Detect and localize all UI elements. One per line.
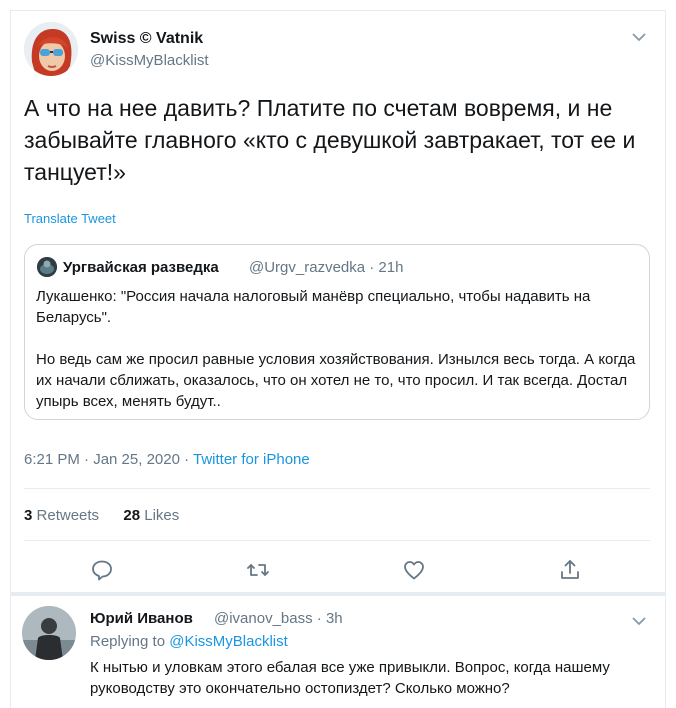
tweet-timestamp: 6:21 PM · Jan 25, 2020 · Twitter for iPh… bbox=[24, 451, 310, 468]
likes-label: Likes bbox=[144, 507, 180, 524]
quoted-author-avatar bbox=[37, 257, 57, 277]
replying-to-link[interactable]: @KissMyBlacklist bbox=[169, 633, 288, 650]
likes-count: 28 bbox=[123, 507, 141, 524]
tweet-source-link[interactable]: Twitter for iPhone bbox=[193, 451, 310, 468]
replying-prefix: Replying to bbox=[90, 633, 170, 650]
quoted-paragraph: Но ведь сам же просил равные условия хоз… bbox=[36, 351, 636, 410]
reply-author-avatar[interactable] bbox=[22, 606, 76, 660]
author-handle[interactable]: @KissMyBlacklist bbox=[90, 52, 209, 69]
quoted-text: Лукашенко: "Россия начала налоговый манё… bbox=[36, 286, 636, 412]
translate-tweet-link[interactable]: Translate Tweet bbox=[24, 211, 116, 226]
retweets-stat[interactable]: 3 Retweets bbox=[24, 507, 99, 524]
tweet-time[interactable]: 6:21 PM · Jan 25, 2020 · bbox=[24, 451, 193, 468]
reply-text: К нытью и уловкам этого ебалая все уже п… bbox=[90, 659, 610, 697]
divider bbox=[24, 540, 650, 541]
share-icon[interactable] bbox=[558, 558, 582, 582]
tweet-text: А что на нее давить? Платите по счетам в… bbox=[24, 95, 636, 185]
reply-author-meta: @ivanov_bass · 3h bbox=[214, 610, 343, 627]
retweets-label: Retweets bbox=[36, 507, 100, 524]
chevron-down-icon[interactable] bbox=[630, 30, 648, 44]
reply-icon[interactable] bbox=[90, 558, 114, 582]
section-separator bbox=[11, 592, 665, 596]
chevron-down-icon[interactable] bbox=[630, 614, 648, 628]
reply-author-name[interactable]: Юрий Иванов bbox=[90, 610, 193, 627]
tweet-stats: 3 Retweets 28 Likes bbox=[24, 507, 179, 524]
like-icon[interactable] bbox=[402, 558, 426, 582]
author-avatar[interactable] bbox=[24, 22, 78, 76]
quoted-author-meta: @Urgv_razvedka · 21h bbox=[249, 259, 404, 276]
quoted-paragraph: Лукашенко: "Россия начала налоговый манё… bbox=[36, 288, 591, 326]
author-name[interactable]: Swiss © Vatnik bbox=[90, 30, 203, 48]
likes-stat[interactable]: 28 Likes bbox=[123, 507, 179, 524]
retweets-count: 3 bbox=[24, 507, 33, 524]
quoted-tweet[interactable]: Ургвайская разведка @Urgv_razvedka · 21h… bbox=[24, 244, 650, 420]
retweet-icon[interactable] bbox=[246, 558, 270, 582]
divider bbox=[24, 488, 650, 489]
quoted-author-name: Ургвайская разведка bbox=[63, 259, 219, 276]
replying-to: Replying to @KissMyBlacklist bbox=[90, 633, 288, 650]
